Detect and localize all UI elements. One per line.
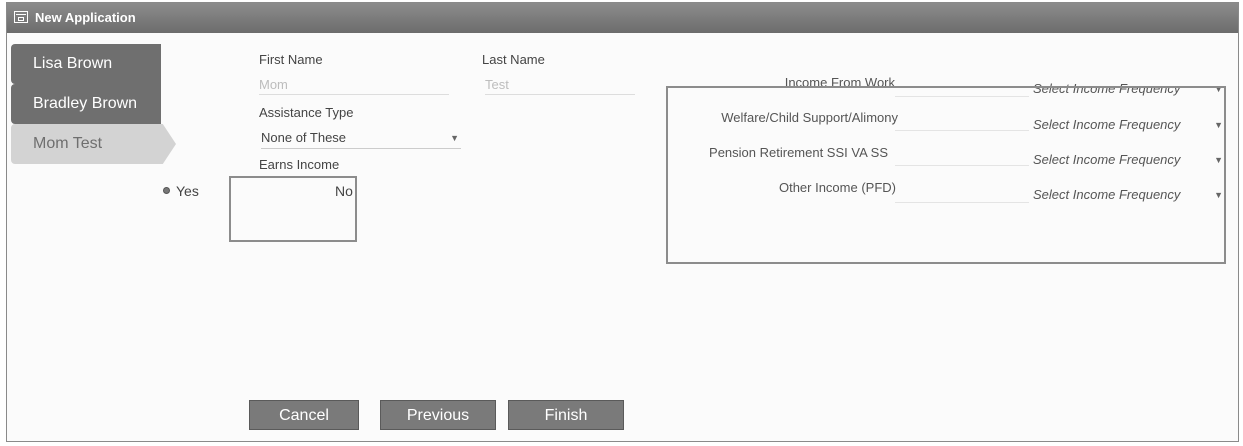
title-bar: New Application bbox=[7, 3, 1238, 33]
frequency-placeholder: Select Income Frequency bbox=[1033, 152, 1181, 167]
frequency-placeholder: Select Income Frequency bbox=[1033, 117, 1181, 132]
pension-income-frequency-select[interactable]: Select Income Frequency ▼ bbox=[1033, 150, 1223, 170]
other-income-label: Other Income (PFD) bbox=[778, 180, 896, 195]
cancel-button[interactable]: Cancel bbox=[249, 400, 359, 430]
frequency-placeholder: Select Income Frequency bbox=[1033, 187, 1181, 202]
earns-income-label: Earns Income bbox=[259, 157, 340, 172]
applicant-tab-mom-test[interactable]: Mom Test bbox=[11, 124, 176, 164]
welfare-income-label: Welfare/Child Support/Alimony bbox=[721, 110, 898, 125]
first-name-label: First Name bbox=[259, 52, 323, 67]
assistance-type-value: None of These bbox=[261, 130, 347, 145]
pension-income-amount[interactable] bbox=[895, 141, 1029, 166]
applicant-tab-bradley-brown[interactable]: Bradley Brown bbox=[11, 84, 161, 124]
assistance-type-select[interactable]: None of These ▼ bbox=[261, 128, 461, 149]
chevron-down-icon: ▼ bbox=[450, 133, 459, 143]
earns-income-yes-option[interactable]: Yes bbox=[176, 183, 199, 199]
chevron-down-icon: ▼ bbox=[1214, 120, 1223, 130]
window-title: New Application bbox=[35, 10, 136, 25]
other-income-amount[interactable] bbox=[895, 178, 1029, 203]
previous-button[interactable]: Previous bbox=[380, 400, 496, 430]
welfare-income-frequency-select[interactable]: Select Income Frequency ▼ bbox=[1033, 115, 1223, 135]
last-name-label: Last Name bbox=[482, 52, 545, 67]
last-name-field[interactable] bbox=[485, 74, 635, 95]
applicant-tab-lisa-brown[interactable]: Lisa Brown bbox=[11, 44, 161, 84]
chevron-down-icon: ▼ bbox=[1214, 155, 1223, 165]
first-name-field[interactable] bbox=[259, 74, 449, 95]
earns-income-no-option[interactable]: No bbox=[335, 183, 353, 199]
other-income-frequency-select[interactable]: Select Income Frequency ▼ bbox=[1033, 185, 1223, 205]
chevron-down-icon: ▼ bbox=[1214, 190, 1223, 200]
finish-button[interactable]: Finish bbox=[508, 400, 624, 430]
radio-selected-icon[interactable] bbox=[163, 187, 170, 194]
pension-income-label: Pension Retirement SSI VA SS bbox=[709, 145, 888, 160]
window-icon bbox=[14, 11, 28, 23]
welfare-income-amount[interactable] bbox=[895, 106, 1029, 131]
assistance-type-label: Assistance Type bbox=[259, 105, 354, 120]
